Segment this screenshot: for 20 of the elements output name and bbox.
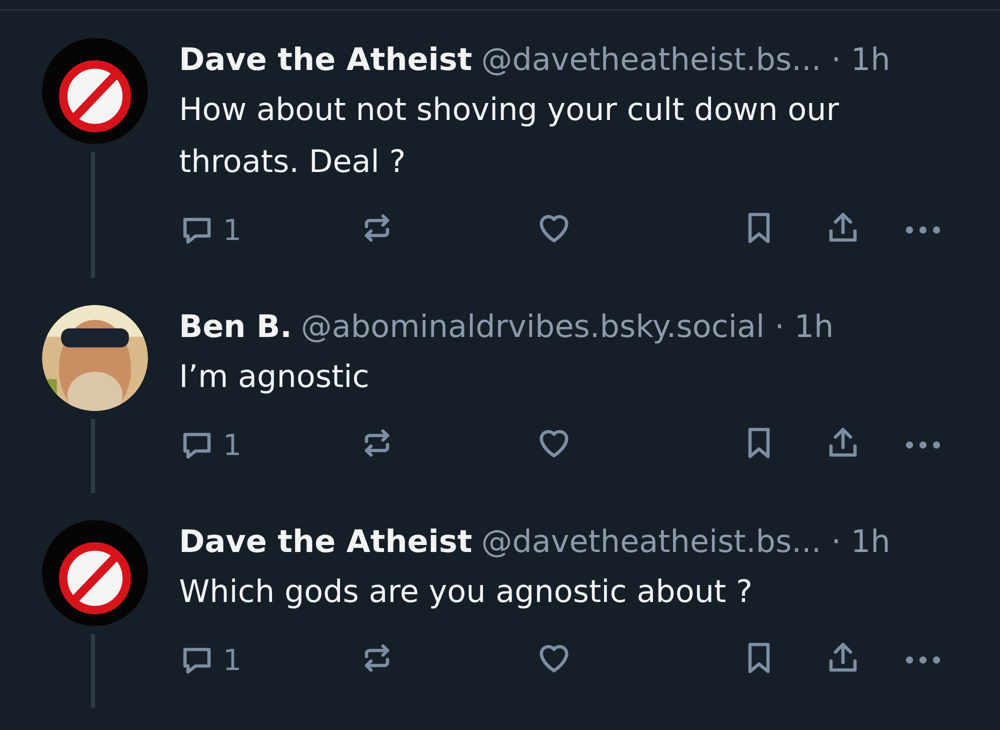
- author-handle[interactable]: @davetheatheist.bs...: [481, 38, 822, 82]
- author-name[interactable]: Dave the Atheist: [179, 38, 472, 82]
- post-text: How about not shoving your cult down our throats. Deal ?: [179, 91, 840, 182]
- more-icon[interactable]: [905, 438, 941, 450]
- author-name[interactable]: Dave the Atheist: [179, 520, 472, 564]
- post-text: Which gods are you agnostic about ?: [179, 573, 754, 612]
- post-time: · 1h: [831, 523, 890, 562]
- more-icon[interactable]: [905, 654, 941, 666]
- post-time: · 1h: [831, 41, 890, 80]
- author-handle[interactable]: @abominaldrvibes.bsky.social: [300, 305, 765, 349]
- avatar[interactable]: [42, 38, 148, 144]
- reply-button[interactable]: 1: [179, 642, 359, 678]
- post-time: · 1h: [774, 308, 834, 347]
- more-icon[interactable]: [905, 224, 941, 236]
- author-name[interactable]: Ben B.: [179, 305, 292, 349]
- author-handle[interactable]: @davetheatheist.bs...: [481, 520, 822, 564]
- reply-button[interactable]: 1: [179, 427, 359, 463]
- reply-button[interactable]: 1: [179, 212, 359, 248]
- avatar[interactable]: [42, 520, 148, 626]
- post-text: I’m agnostic: [179, 358, 370, 397]
